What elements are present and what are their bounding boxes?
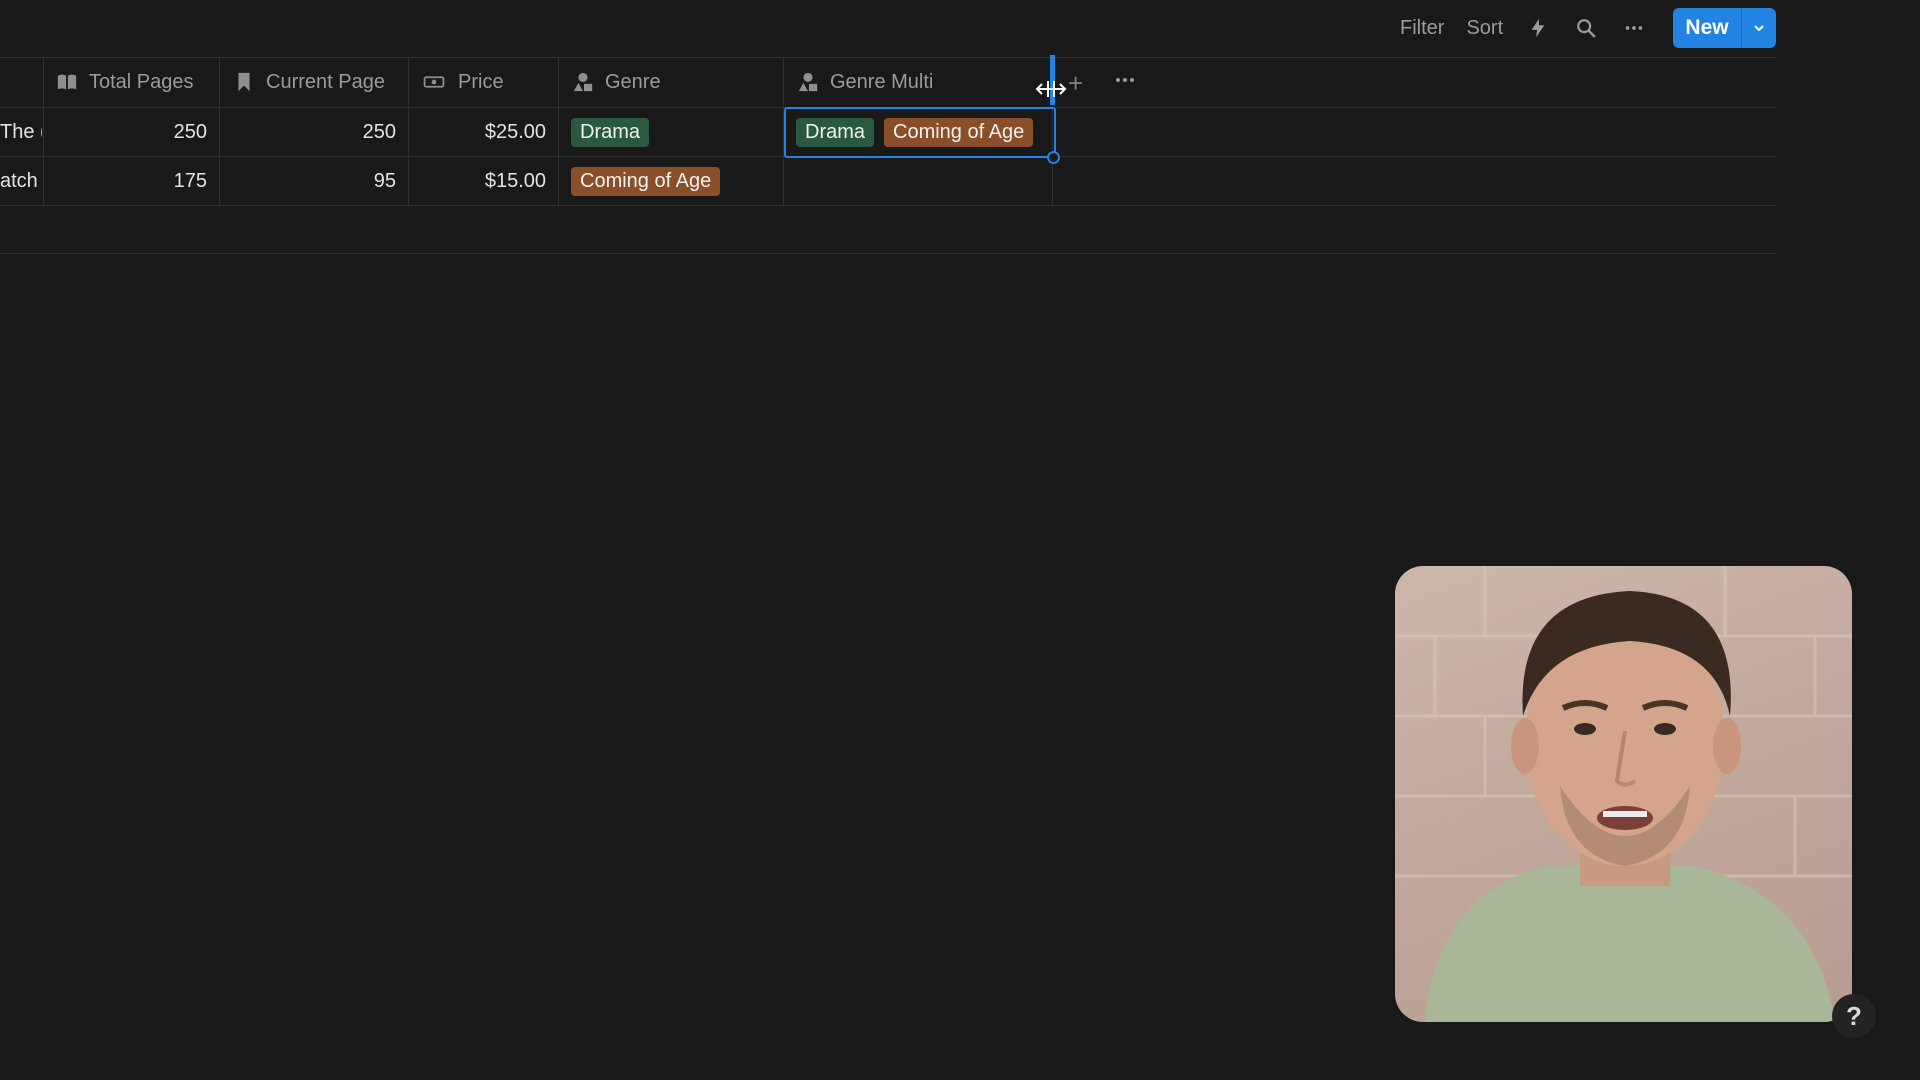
column-header-label: Price xyxy=(458,70,504,93)
column-header-price[interactable]: Price xyxy=(420,57,504,107)
price-cell[interactable]: $25.00 xyxy=(409,108,546,157)
more-options-icon[interactable] xyxy=(1621,15,1647,41)
column-header-total-pages[interactable]: Total Pages xyxy=(55,57,194,107)
current-page-cell[interactable]: 95 xyxy=(220,157,396,206)
genre-cell[interactable]: Coming of Age xyxy=(571,157,781,206)
automation-lightning-icon[interactable] xyxy=(1525,15,1551,41)
webcam-overlay xyxy=(1395,566,1852,1022)
column-header-label: Total Pages xyxy=(89,70,194,93)
table-row-title-cell[interactable]: atch xyxy=(0,157,42,206)
table-row-title-cell[interactable]: The ( xyxy=(0,108,42,157)
current-page-cell[interactable]: 250 xyxy=(220,108,396,157)
add-column-icon[interactable]: + xyxy=(1068,68,1083,99)
filter-button[interactable]: Filter xyxy=(1400,17,1444,40)
column-header-genre-multi[interactable]: Genre Multi xyxy=(796,57,933,107)
presenter-video-image xyxy=(1395,566,1852,1022)
genre-cell[interactable]: Drama xyxy=(571,108,781,157)
shapes-icon xyxy=(796,70,820,94)
help-button[interactable]: ? xyxy=(1832,994,1876,1038)
column-header-label: Genre Multi xyxy=(830,70,934,93)
bookmark-icon xyxy=(232,70,256,94)
genre-tag: Drama xyxy=(571,118,650,147)
database-toolbar: Filter Sort xyxy=(1400,8,1669,48)
shapes-icon xyxy=(571,70,595,94)
column-header-label: Current Page xyxy=(266,70,385,93)
genre-tag: Coming of Age xyxy=(571,167,721,196)
total-pages-cell[interactable]: 175 xyxy=(44,157,207,206)
resize-cursor-icon xyxy=(1035,81,1067,97)
total-pages-cell[interactable]: 250 xyxy=(44,108,207,157)
price-cell[interactable]: $15.00 xyxy=(409,157,546,206)
search-icon[interactable] xyxy=(1573,15,1599,41)
ticket-icon xyxy=(420,70,448,94)
column-header-genre[interactable]: Genre xyxy=(571,57,661,107)
column-header-current-page[interactable]: Current Page xyxy=(232,57,385,107)
column-more-icon[interactable] xyxy=(1112,67,1138,93)
table-bottom-border xyxy=(0,253,1777,254)
chevron-down-icon[interactable] xyxy=(1742,8,1776,48)
column-divider xyxy=(558,57,559,205)
sort-button[interactable]: Sort xyxy=(1466,17,1503,40)
book-open-icon xyxy=(55,70,79,94)
new-button-group: New xyxy=(1673,8,1776,48)
genre-multi-cell[interactable] xyxy=(796,157,1050,206)
new-button[interactable]: New xyxy=(1673,8,1741,48)
selected-cell-outline xyxy=(784,107,1056,158)
column-header-label: Genre xyxy=(605,70,661,93)
